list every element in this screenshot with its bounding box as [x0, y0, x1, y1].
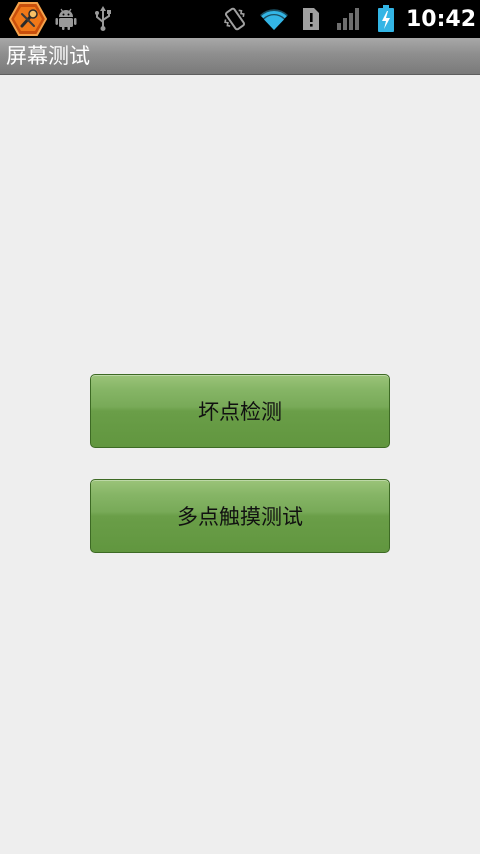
usb-icon: [92, 0, 114, 38]
dead-pixel-test-button[interactable]: 坏点检测: [90, 374, 390, 448]
wifi-icon: [258, 0, 290, 38]
status-bar: 10:42: [0, 0, 480, 38]
title-bar: 屏幕测试: [0, 38, 480, 75]
android-debug-icon: [54, 0, 78, 38]
sim-alert-icon: [300, 0, 322, 38]
multi-touch-test-button[interactable]: 多点触摸测试: [90, 479, 390, 553]
battery-charging-icon: [374, 0, 398, 38]
app-tool-icon: [8, 0, 48, 38]
page-title: 屏幕测试: [6, 44, 90, 68]
vibrate-icon: [220, 0, 250, 38]
signal-icon: [336, 0, 362, 38]
status-clock: 10:42: [405, 6, 476, 32]
